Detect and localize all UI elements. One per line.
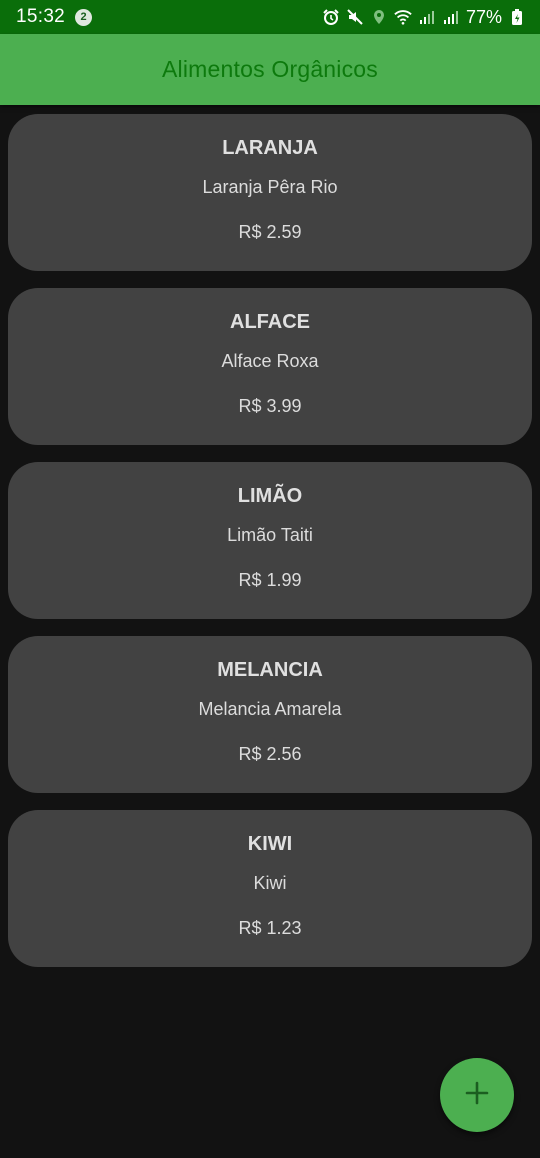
app-title: Alimentos Orgânicos (162, 56, 378, 82)
add-product-button[interactable] (440, 1058, 514, 1132)
product-name: LIMÃO (237, 485, 303, 507)
product-price: R$ 1.23 (238, 918, 302, 938)
notification-count-badge: 2 (75, 8, 93, 26)
status-left: 15:32 2 (16, 6, 93, 28)
alarm-icon (322, 8, 340, 26)
product-card[interactable]: MELANCIA Melancia Amarela R$ 2.56 (8, 636, 532, 793)
location-icon (370, 8, 388, 26)
product-name: LARANJA (222, 137, 318, 159)
product-price: R$ 1.99 (238, 570, 302, 590)
signal-icon (442, 8, 460, 26)
status-time: 15:32 (16, 6, 66, 27)
product-description: Kiwi (253, 873, 287, 893)
product-card[interactable]: LARANJA Laranja Pêra Rio R$ 2.59 (8, 114, 532, 271)
status-bar: 15:32 2 77% (0, 0, 540, 34)
product-price: R$ 3.99 (238, 396, 302, 416)
plus-icon (464, 1080, 490, 1111)
product-card[interactable]: ALFACE Alface Roxa R$ 3.99 (8, 288, 532, 445)
product-list: LARANJA Laranja Pêra Rio R$ 2.59 ALFACE … (8, 114, 532, 967)
product-description: Melancia Amarela (198, 699, 342, 719)
app-bar: Alimentos Orgânicos (0, 34, 540, 105)
wifi-icon (394, 8, 412, 26)
signal-icon (418, 8, 436, 26)
product-description: Limão Taiti (227, 525, 313, 545)
product-name: KIWI (247, 833, 293, 855)
product-card[interactable]: KIWI Kiwi R$ 1.23 (8, 810, 532, 967)
product-name: ALFACE (230, 311, 310, 333)
status-right: 77% (322, 7, 526, 28)
product-price: R$ 2.59 (238, 222, 302, 242)
product-card[interactable]: LIMÃO Limão Taiti R$ 1.99 (8, 462, 532, 619)
battery-icon (508, 8, 526, 26)
product-name: MELANCIA (217, 659, 323, 681)
product-description: Alface Roxa (221, 351, 319, 371)
battery-percentage: 77% (465, 6, 502, 27)
product-description: Laranja Pêra Rio (202, 177, 338, 197)
product-price: R$ 2.56 (238, 744, 302, 764)
mute-icon (346, 8, 364, 26)
